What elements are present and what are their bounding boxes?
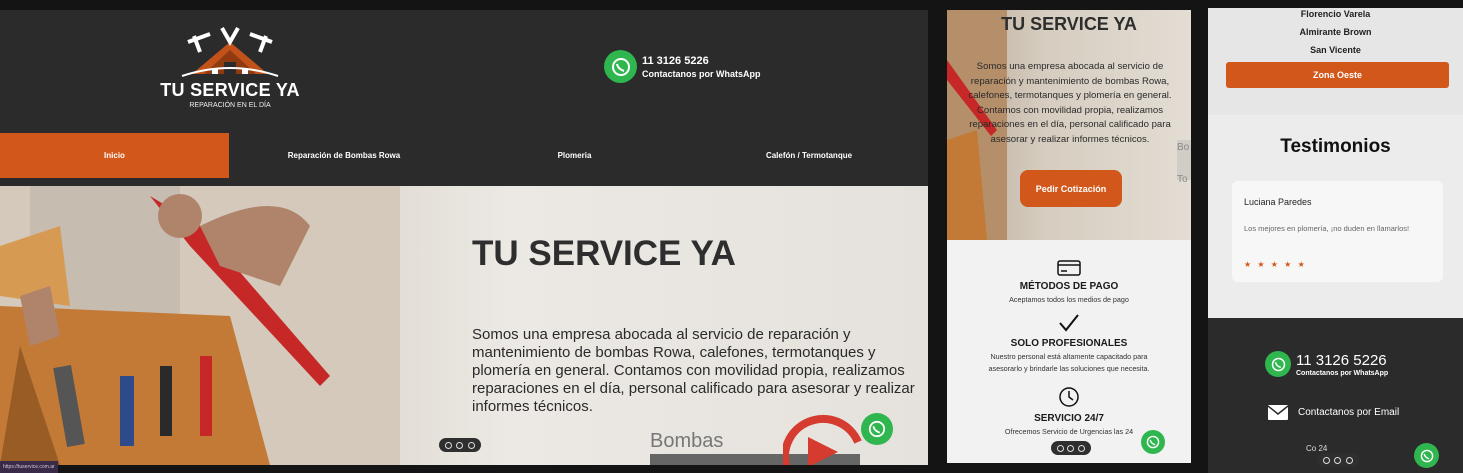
zone-item: San Vicente [1310,45,1361,55]
side-text-2: To [1177,174,1188,185]
whatsapp-icon [868,420,886,438]
whatsapp-number: 11 3126 5226 [642,54,709,67]
plumber-image [0,186,400,465]
whatsapp-icon [604,50,637,83]
logo-title: TU SERVICE YA [160,80,300,100]
whatsapp-contact[interactable]: 11 3126 5226 Contactanos por WhatsApp [604,50,761,83]
footer-hours-text: Co 24 [1306,444,1328,453]
whatsapp-icon [1265,351,1291,377]
hero-title: TU SERVICE YA [472,234,736,273]
feature-text: Aceptamos todos los medios de pago [1009,295,1129,304]
feature-title: SOLO PROFESIONALES [1010,338,1128,349]
testimonial-text: Los mejores en plomería, ¡no duden en ll… [1244,224,1410,233]
checkmark-icon [1059,314,1079,332]
logo[interactable]: TU SERVICE YA REPARACIÓN EN EL DÍA [160,24,300,120]
zone-item: Florencio Varela [1300,9,1371,19]
feature-professionals: SOLO PROFESIONALES Nuestro personal está… [947,313,1191,375]
whatsapp-label: Contactanos por WhatsApp [642,68,761,79]
hero-section: TU SERVICE YA Somos una empresa abocada … [0,186,928,465]
floating-toolbar[interactable] [1051,441,1091,455]
footer-email-contact[interactable]: Contactanos por Email [1268,405,1399,420]
envelope-icon [1268,405,1288,420]
main-nav: Inicio Reparación de Bombas Rowa Plomeri… [0,133,928,178]
mobile-hero: TU SERVICE YA Somos una empresa abocada … [947,10,1191,240]
floating-toolbar[interactable] [1317,453,1359,467]
feature-payment: MÉTODOS DE PAGO Aceptamos todos los medi… [947,260,1191,306]
nav-tab-calefon[interactable]: Calefón / Termotanque [690,133,928,178]
bombas-rowa-logo: Bombas [650,430,724,452]
footer-whatsapp-contact[interactable]: 11 3126 5226 Contactanos por WhatsApp [1265,351,1388,377]
mobile-view: TU SERVICE YA Somos una empresa abocada … [947,10,1191,463]
zones-section: Florencio Varela Almirante Brown San Vic… [1208,8,1463,115]
mobile-hero-title: TU SERVICE YA [1001,14,1137,34]
whatsapp-float-button[interactable] [1414,443,1439,468]
footer: 11 3126 5226 Contactanos por WhatsApp Co… [1208,318,1463,473]
feature-title: SERVICIO 24/7 [1034,413,1104,424]
testimonials-title: Testimonios [1280,136,1391,157]
mobile-hero-text: Somos una empresa abocada al servicio de… [968,61,1172,145]
desktop-view: TU SERVICE YA REPARACIÓN EN EL DÍA 11 31… [0,10,928,465]
footer-whatsapp-label: Contactanos por WhatsApp [1296,369,1389,377]
zona-oeste-button[interactable]: Zona Oeste [1226,62,1449,88]
footer-email-label: Contactanos por Email [1298,407,1400,418]
whatsapp-float-button[interactable] [861,413,893,445]
floating-toolbar[interactable] [439,438,481,452]
clock-icon [1059,387,1079,407]
testimonial-card: Luciana Paredes Los mejores en plomería,… [1232,181,1443,282]
feature-title: MÉTODOS DE PAGO [1019,281,1119,292]
nav-tab-bombas-rowa[interactable]: Reparación de Bombas Rowa [229,133,459,178]
testimonial-author: Luciana Paredes [1244,197,1312,207]
credit-card-icon [1057,260,1081,276]
footer-whatsapp-number: 11 3126 5226 [1296,351,1387,369]
nav-tab-inicio[interactable]: Inicio [0,133,229,178]
side-text-1: Bo [1177,142,1190,153]
feature-text: Nuestro personal está altamente capacita… [988,352,1150,373]
whatsapp-icon [1420,449,1433,462]
logo-subtitle: REPARACIÓN EN EL DÍA [189,102,271,109]
whatsapp-float-button[interactable] [1141,430,1165,454]
nav-tab-plomeria[interactable]: Plomeria [459,133,690,178]
whatsapp-icon [1146,435,1160,449]
rating-stars: ★ ★ ★ ★ ★ [1244,260,1307,269]
status-url: https://tuservice.com.ar [0,461,58,473]
mobile-view-footer: Florencio Varela Almirante Brown San Vic… [1208,8,1463,473]
rowa-logo-icon [783,414,862,465]
zone-item: Almirante Brown [1299,27,1372,37]
house-tools-icon [181,27,279,77]
pedir-cotizacion-button[interactable]: Pedir Cotización [1020,170,1122,207]
